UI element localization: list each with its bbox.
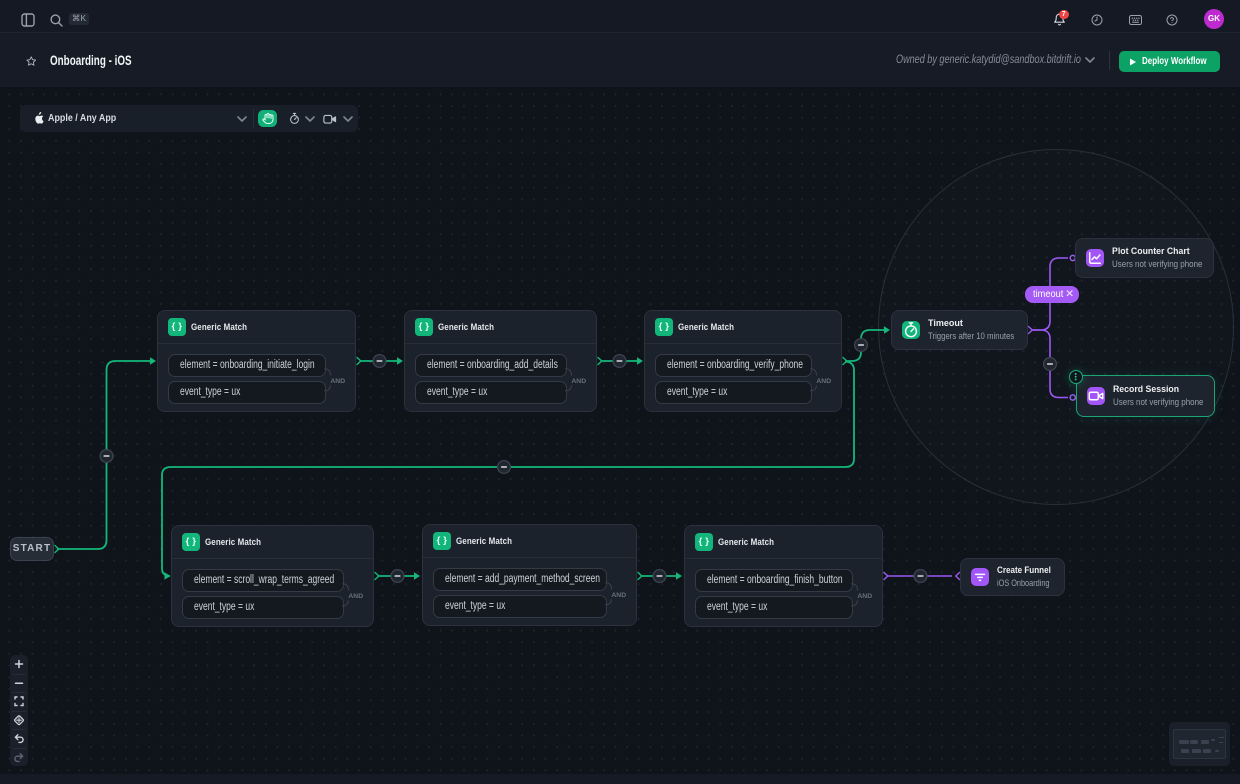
svg-text:AND: AND <box>330 378 345 385</box>
svg-text:AND: AND <box>571 378 586 385</box>
svg-text:AND: AND <box>348 593 363 600</box>
svg-text:AND: AND <box>857 593 872 600</box>
svg-text:AND: AND <box>611 592 626 599</box>
svg-text:AND: AND <box>816 378 831 385</box>
